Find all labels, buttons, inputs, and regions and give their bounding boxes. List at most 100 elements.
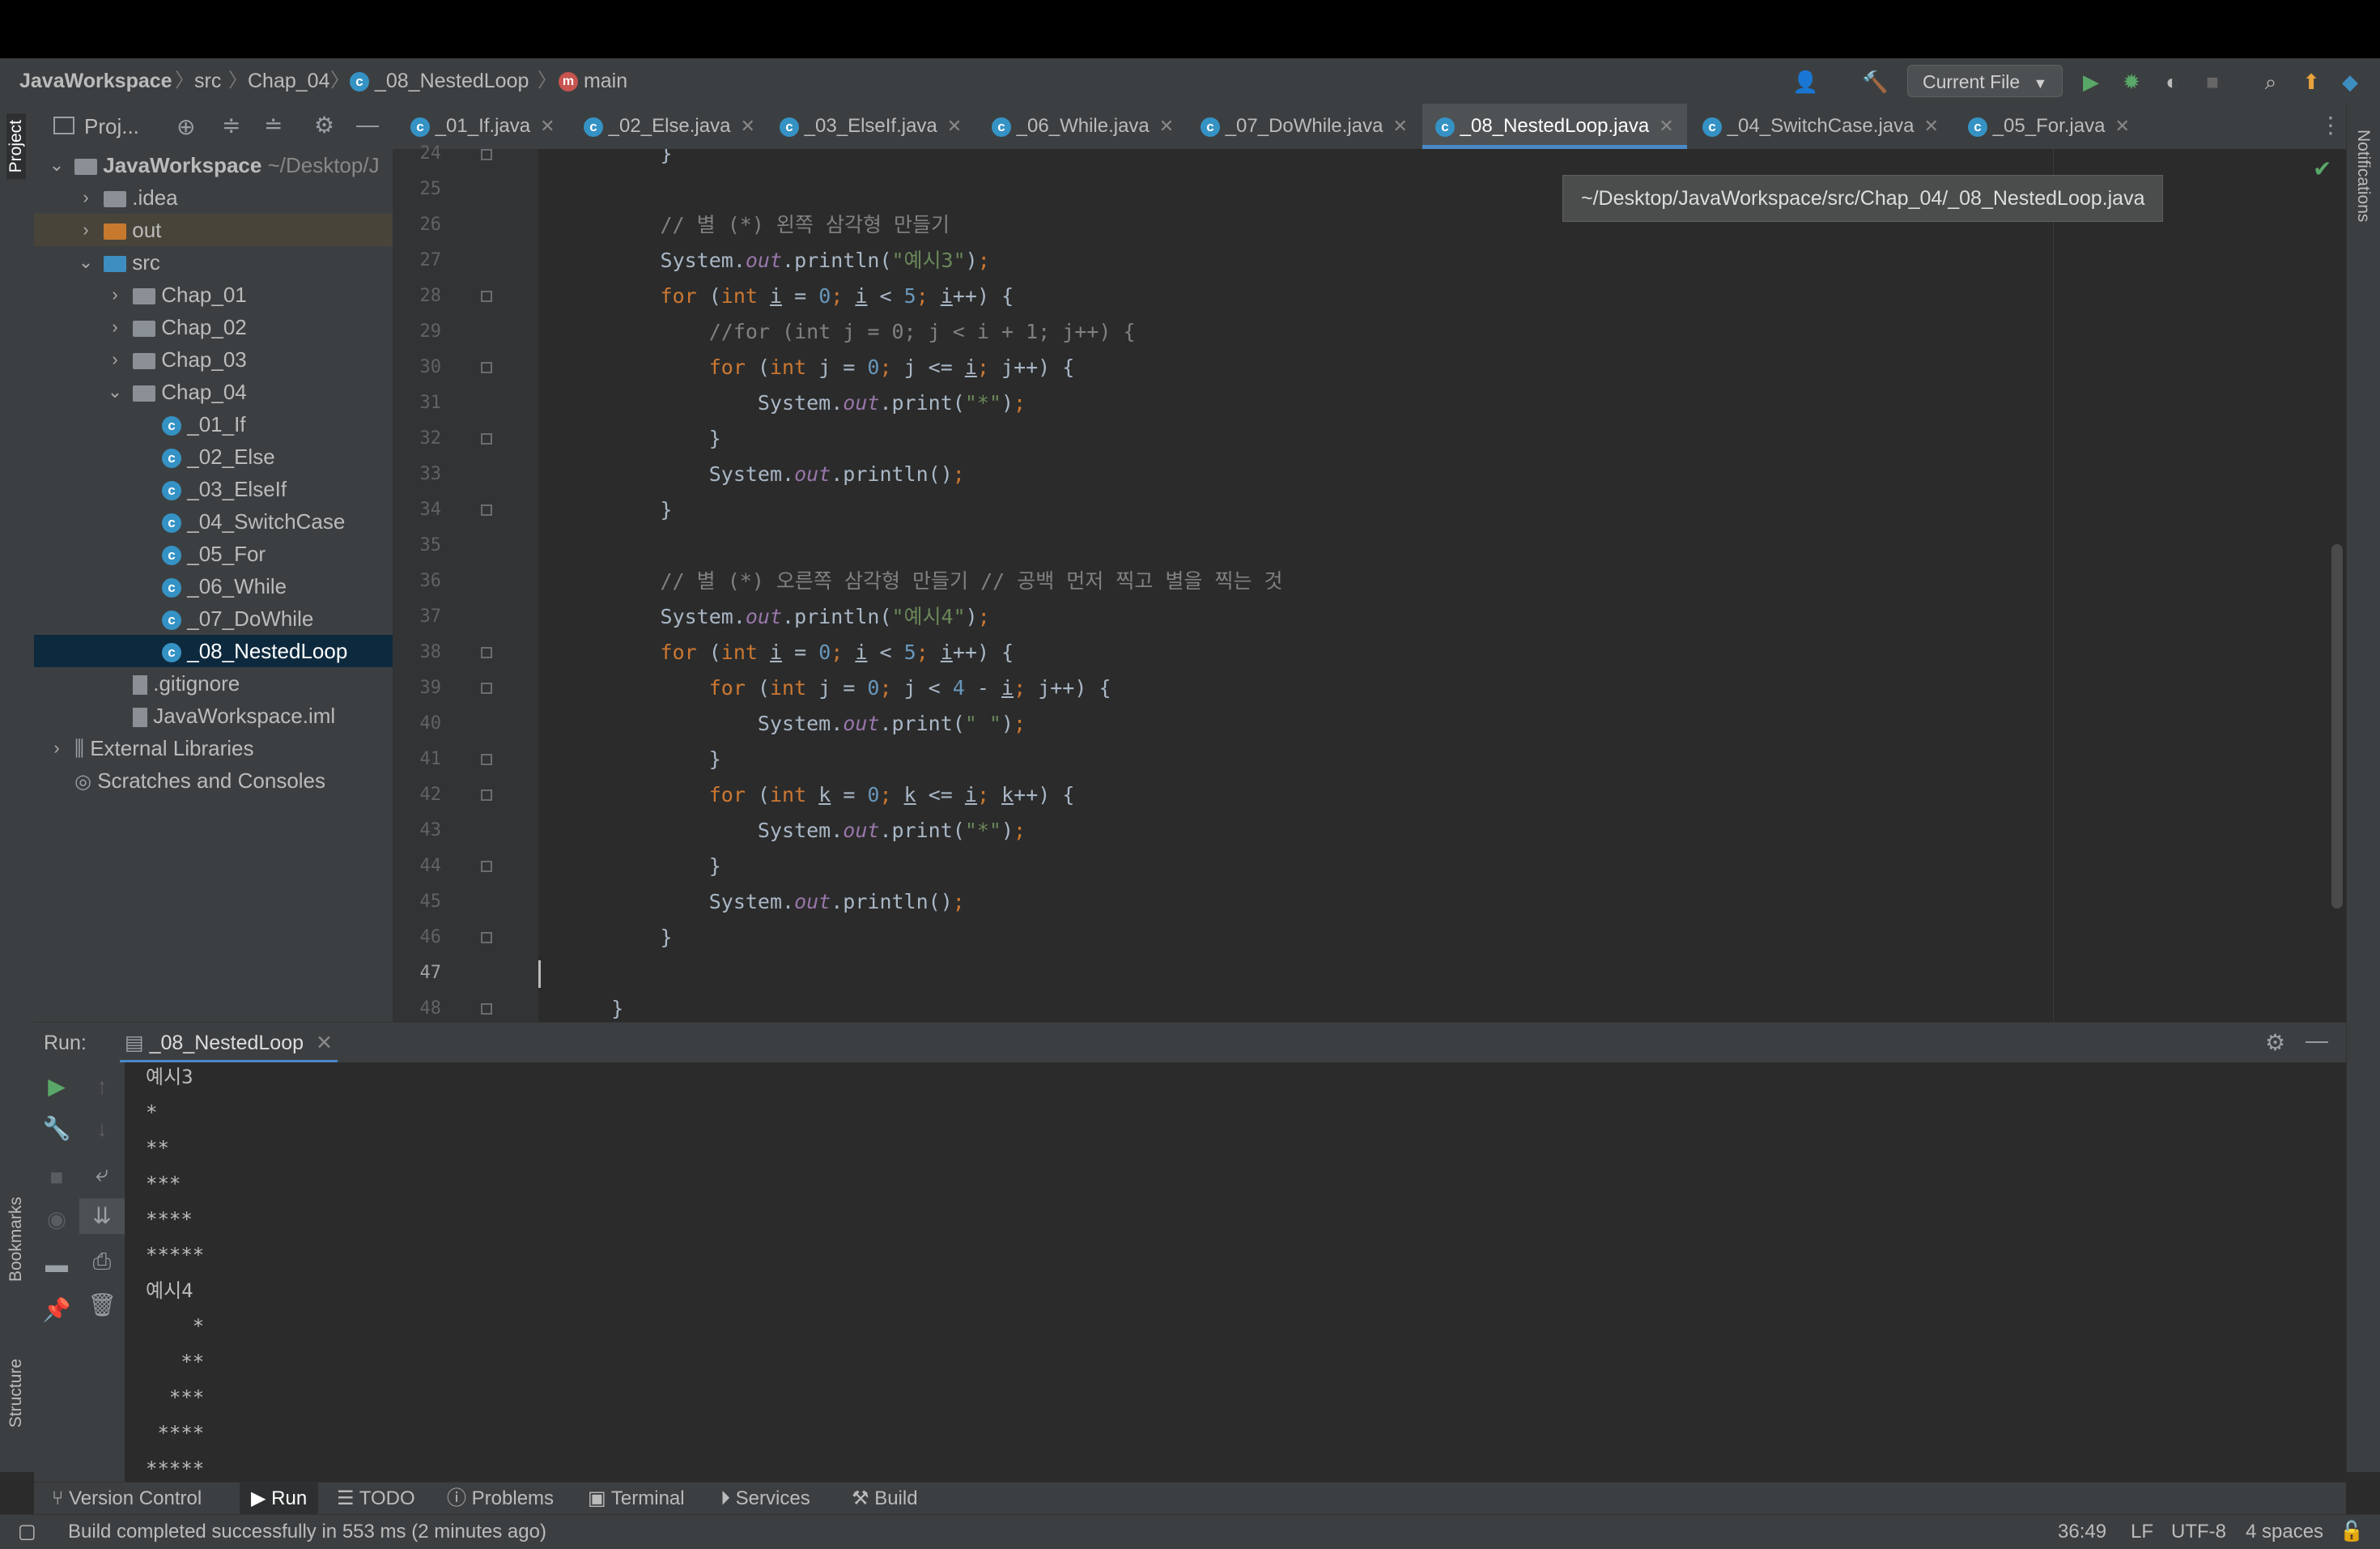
- down-arrow-icon[interactable]: ↓: [79, 1111, 125, 1147]
- tree-item-class[interactable]: c _06_While: [34, 570, 393, 602]
- breadcrumb-src[interactable]: src: [194, 58, 221, 104]
- more-tabs-icon[interactable]: ⋮: [2319, 112, 2342, 138]
- tree-item-src[interactable]: ⌄ src: [34, 246, 393, 279]
- tree-item-class[interactable]: c _07_DoWhile: [34, 602, 393, 635]
- tree-item-iml[interactable]: JavaWorkspace.iml: [34, 700, 393, 732]
- close-icon[interactable]: ✕: [1159, 116, 1174, 136]
- debug-icon[interactable]: ✹: [2119, 70, 2144, 94]
- trash-icon[interactable]: 🗑: [79, 1287, 125, 1323]
- editor-scrollbar[interactable]: [2331, 544, 2343, 909]
- build-hammer-icon[interactable]: 🔨: [1862, 70, 1888, 94]
- run-tab-nestedloop[interactable]: ▤ _08_NestedLoop ✕: [120, 1023, 338, 1063]
- rerun-icon[interactable]: ▶: [34, 1069, 79, 1104]
- print-icon[interactable]: ⎙: [79, 1244, 125, 1279]
- stop-icon[interactable]: ■: [34, 1160, 79, 1195]
- status-message[interactable]: Build completed successfully in 553 ms (…: [68, 1515, 546, 1549]
- tool-tab-version-control[interactable]: ⑂ Version Control: [52, 1483, 202, 1515]
- wrench-icon[interactable]: 🔧: [34, 1111, 79, 1147]
- collapse-all-icon[interactable]: ≐: [264, 112, 283, 138]
- search-icon[interactable]: ⌕: [2259, 70, 2283, 94]
- soft-wrap-icon[interactable]: ⤶: [79, 1156, 125, 1192]
- tree-item-class[interactable]: c _05_For: [34, 538, 393, 570]
- tab-02-else[interactable]: c _02_Else.java ✕: [584, 104, 755, 149]
- close-icon[interactable]: ✕: [1392, 116, 1407, 136]
- fold-marker[interactable]: [481, 291, 492, 302]
- close-icon[interactable]: ✕: [740, 116, 754, 136]
- tab-04-switchcase[interactable]: c _04_SwitchCase.java ✕: [1702, 104, 1939, 149]
- user-icon[interactable]: 👤: [1792, 70, 1818, 94]
- hide-panel-icon[interactable]: —: [2306, 1028, 2328, 1053]
- tree-item-scratches[interactable]: ◎ Scratches and Consoles: [34, 764, 393, 797]
- breadcrumb-method[interactable]: m main: [559, 58, 627, 104]
- indent-setting[interactable]: 4 spaces: [2246, 1515, 2323, 1549]
- lock-icon[interactable]: 🔓: [2340, 1515, 2364, 1549]
- layout-icon[interactable]: ▬: [34, 1247, 79, 1283]
- file-encoding[interactable]: UTF-8: [2171, 1515, 2226, 1549]
- fold-marker[interactable]: [481, 647, 492, 658]
- project-tool-button[interactable]: Project: [6, 113, 26, 180]
- bookmarks-tool-button[interactable]: Bookmarks: [6, 1197, 26, 1282]
- hide-panel-icon[interactable]: —: [356, 112, 379, 138]
- structure-tool-button[interactable]: Structure: [6, 1359, 26, 1428]
- tree-item-class[interactable]: c _01_If: [34, 408, 393, 440]
- fold-marker[interactable]: [481, 149, 492, 160]
- locate-icon[interactable]: ⊕: [176, 113, 195, 140]
- plugin-icon[interactable]: ◆: [2338, 70, 2362, 94]
- breadcrumb-package[interactable]: Chap_04: [248, 58, 329, 104]
- close-icon[interactable]: ✕: [1659, 116, 1673, 136]
- close-icon[interactable]: ✕: [2114, 116, 2129, 136]
- fold-marker[interactable]: [481, 683, 492, 694]
- close-icon[interactable]: ✕: [947, 116, 962, 136]
- run-icon[interactable]: ▶: [2079, 70, 2103, 94]
- tool-tab-problems[interactable]: ⓘ Problems: [447, 1483, 554, 1515]
- update-icon[interactable]: ⬆: [2299, 70, 2323, 94]
- tool-tab-terminal[interactable]: ▣ Terminal: [588, 1483, 685, 1515]
- inspection-ok-icon[interactable]: ✔: [2313, 155, 2331, 182]
- run-configuration-select[interactable]: Current File ▼: [1907, 65, 2063, 97]
- line-separator[interactable]: LF: [2131, 1515, 2153, 1549]
- tab-05-for[interactable]: c _05_For.java ✕: [1968, 104, 2130, 149]
- tree-item-chap04[interactable]: ⌄ Chap_04: [34, 376, 393, 408]
- console-output[interactable]: 예시3 * ** *** **** ***** 예시4 * ** *** ***…: [125, 1062, 2346, 1482]
- tool-tab-run[interactable]: ▶ Run: [240, 1483, 319, 1515]
- fold-marker[interactable]: [481, 504, 492, 516]
- stop-icon[interactable]: ■: [2200, 70, 2225, 94]
- tool-tab-todo[interactable]: ☰ TODO: [337, 1483, 415, 1515]
- tree-item-chap02[interactable]: › Chap_02: [34, 311, 393, 343]
- tool-tab-services[interactable]: ⏵ Services: [720, 1483, 810, 1515]
- tool-tab-build[interactable]: ⚒ Build: [852, 1483, 918, 1515]
- expand-all-icon[interactable]: ≑: [222, 112, 240, 138]
- fold-marker[interactable]: [481, 861, 492, 872]
- project-panel-title[interactable]: Proj...: [84, 104, 139, 149]
- project-view-icon[interactable]: [53, 117, 74, 134]
- tree-item-class[interactable]: c _03_ElseIf: [34, 473, 393, 505]
- gear-icon[interactable]: ⚙: [314, 112, 334, 138]
- tree-item-class[interactable]: c _04_SwitchCase: [34, 505, 393, 538]
- caret-position[interactable]: 36:49: [2058, 1515, 2106, 1549]
- camera-icon[interactable]: ◉: [34, 1202, 79, 1237]
- tab-07-dowhile[interactable]: c _07_DoWhile.java ✕: [1201, 104, 1408, 149]
- fold-marker[interactable]: [481, 1003, 492, 1015]
- coverage-icon[interactable]: ◐: [2160, 70, 2184, 94]
- close-icon[interactable]: ✕: [1923, 116, 1938, 136]
- tree-item-external-libraries[interactable]: › ⫼ External Libraries: [34, 732, 393, 764]
- breadcrumb-project[interactable]: JavaWorkspace: [19, 58, 172, 104]
- tree-item-class[interactable]: c _02_Else: [34, 440, 393, 473]
- fold-marker[interactable]: [481, 362, 492, 373]
- pin-icon[interactable]: 📌: [34, 1292, 79, 1328]
- tab-03-elseif[interactable]: c _03_ElseIf.java ✕: [780, 104, 962, 149]
- layout-toggle-icon[interactable]: ▢: [18, 1515, 36, 1549]
- tree-item-gitignore[interactable]: .gitignore: [34, 667, 393, 700]
- fold-marker[interactable]: [481, 789, 492, 801]
- tree-item-out[interactable]: › out: [34, 214, 393, 246]
- tree-item-class-selected[interactable]: c _08_NestedLoop: [34, 635, 393, 667]
- tab-08-nestedloop[interactable]: c _08_NestedLoop.java ✕: [1422, 104, 1687, 149]
- tree-item-chap03[interactable]: › Chap_03: [34, 343, 393, 376]
- tab-06-while[interactable]: c _06_While.java ✕: [992, 104, 1174, 149]
- scroll-to-end-icon[interactable]: ⇊: [79, 1198, 125, 1234]
- tree-item-chap01[interactable]: › Chap_01: [34, 279, 393, 311]
- up-arrow-icon[interactable]: ↑: [79, 1069, 125, 1104]
- gear-icon[interactable]: ⚙: [2265, 1029, 2285, 1056]
- breadcrumb-file[interactable]: c _08_NestedLoop: [350, 58, 529, 104]
- fold-marker[interactable]: [481, 433, 492, 445]
